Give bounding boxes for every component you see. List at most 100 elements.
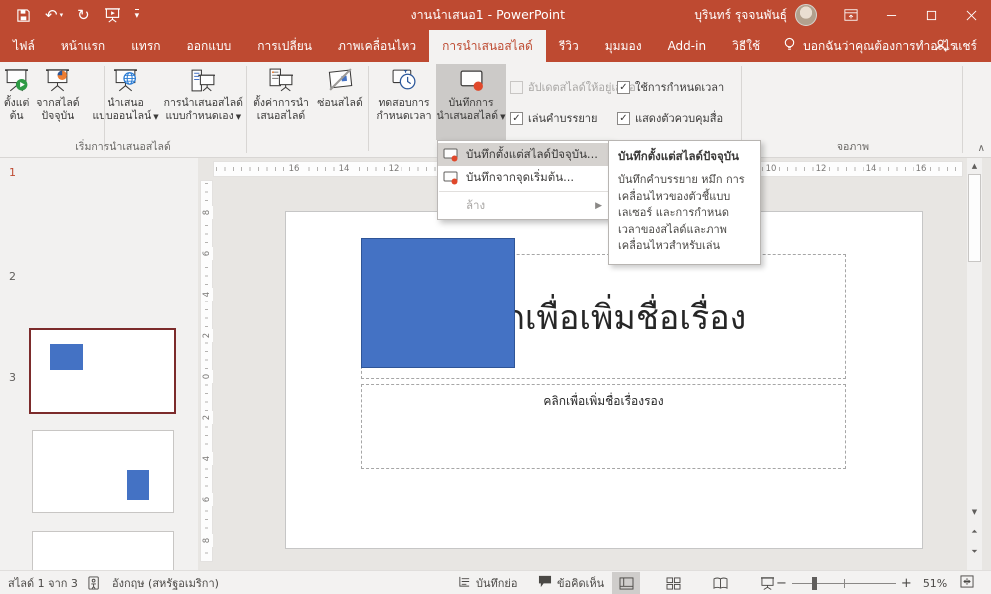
- minimize-button[interactable]: [871, 0, 911, 30]
- notes-icon: [458, 575, 471, 591]
- save-icon[interactable]: [16, 8, 31, 23]
- menu-item-clear: ล้าง ▶: [438, 194, 610, 217]
- use-timings-checkbox[interactable]: ✓ ใช้การกำหนดเวลา: [617, 78, 724, 96]
- zoom-level[interactable]: 51%: [923, 577, 947, 590]
- chevron-down-icon: ▼: [236, 113, 241, 121]
- subtitle-placeholder-text: คลิกเพื่อเพิ่มชื่อเรื่องรอง: [543, 394, 663, 408]
- record-slide-show-menu: บันทึกตั้งแต่สไลด์ปัจจุบัน... บันทึกจากจ…: [437, 140, 611, 220]
- ruler-number: 0: [202, 370, 213, 383]
- set-up-slide-show-icon: [268, 67, 295, 97]
- menu-item-record-from-beginning[interactable]: บันทึกจากจุดเริ่มต้น...: [438, 166, 610, 189]
- record-icon: [443, 147, 459, 163]
- language-indicator[interactable]: อังกฤษ (สหรัฐอเมริกา): [112, 571, 219, 594]
- lightbulb-icon: [783, 37, 796, 55]
- tab-review[interactable]: รีวิว: [546, 30, 592, 62]
- repeat-icon[interactable]: ↻: [77, 6, 90, 24]
- tab-addin[interactable]: Add-in: [655, 30, 720, 62]
- tab-file[interactable]: ไฟล์: [0, 30, 48, 62]
- from-beginning-icon: [3, 67, 30, 97]
- ruler-number: 6: [202, 247, 213, 260]
- vertical-ruler: 8 6 4 2 0 2 4 6 8: [200, 180, 213, 562]
- tab-slide-show[interactable]: การนำเสนอสไลด์: [429, 30, 546, 62]
- slide-thumbnail-2[interactable]: [32, 430, 174, 513]
- present-online-button[interactable]: นำเสนอ แบบออนไลน์▼: [91, 64, 161, 140]
- from-current-slide-icon: [44, 67, 71, 97]
- slide-number: 3: [9, 371, 16, 384]
- slide-canvas[interactable]: คลิกเพื่อเพิ่มชื่อเรื่อง คลิกเพื่อเพิ่มช…: [285, 211, 923, 549]
- ruler-number: 16: [914, 164, 929, 175]
- fit-to-window-icon[interactable]: [960, 575, 974, 591]
- notes-toggle[interactable]: บันทึกย่อ: [458, 571, 517, 594]
- present-online-icon: [112, 67, 139, 97]
- show-media-controls-checkbox[interactable]: ✓ แสดงตัวควบคุมสื่อ: [617, 109, 723, 127]
- ribbon-tab-bar: ไฟล์ หน้าแรก แทรก ออกแบบ การเปลี่ยน ภาพเ…: [0, 30, 991, 62]
- user-avatar[interactable]: [795, 4, 817, 26]
- status-bar: สไลด์ 1 จาก 3 อังกฤษ (สหรัฐอเมริกา) บันท…: [0, 570, 991, 594]
- ruler-number: 14: [864, 164, 879, 175]
- zoom-in-icon[interactable]: +: [901, 576, 912, 591]
- blue-rectangle-shape[interactable]: [361, 238, 515, 368]
- slide-indicator[interactable]: สไลด์ 1 จาก 3: [8, 571, 78, 594]
- tab-home[interactable]: หน้าแรก: [48, 30, 118, 62]
- group-label-start: เริ่มการนำเสนอสไลด์: [0, 138, 246, 155]
- tooltip-body: บันทึกคำบรรยาย หมึก การเคลื่อนไหวของตัวช…: [618, 172, 751, 255]
- comments-toggle[interactable]: ข้อคิดเห็น: [538, 571, 604, 594]
- share-person-icon: [934, 38, 949, 55]
- slide-number: 1: [9, 166, 16, 179]
- subtitle-placeholder[interactable]: คลิกเพื่อเพิ่มชื่อเรื่องรอง: [361, 384, 846, 469]
- reading-view-button[interactable]: [706, 572, 734, 594]
- restore-button[interactable]: [911, 0, 951, 30]
- ruler-number: 8: [202, 206, 213, 219]
- from-current-slide-button[interactable]: จากสไลด์ ปัจจุบัน: [33, 64, 82, 140]
- tab-animations[interactable]: ภาพเคลื่อนไหว: [325, 30, 429, 62]
- scroll-up-icon[interactable]: ▲: [967, 158, 982, 173]
- chevron-down-icon: ▼: [153, 113, 158, 121]
- ruler-number: 6: [202, 493, 213, 506]
- start-from-beginning-icon[interactable]: [104, 8, 121, 23]
- accessibility-icon[interactable]: [88, 571, 102, 594]
- hide-slide-button[interactable]: ซ่อนสไลด์: [314, 64, 366, 140]
- tab-help[interactable]: วิธีใช้: [719, 30, 773, 62]
- undo-icon[interactable]: ↶▾: [45, 6, 63, 24]
- normal-view-button[interactable]: [612, 572, 640, 594]
- zoom-slider-thumb[interactable]: [812, 577, 817, 590]
- slide-thumbnail-1[interactable]: [29, 328, 176, 414]
- play-narrations-checkbox[interactable]: ✓ เล่นคำบรรยาย: [510, 109, 597, 127]
- tab-insert[interactable]: แทรก: [118, 30, 173, 62]
- slide-sorter-view-button[interactable]: [659, 572, 687, 594]
- record-slide-show-button[interactable]: บันทึกการ นำเสนอสไลด์▼: [436, 64, 506, 140]
- from-beginning-button[interactable]: ตั้งแต่ ต้น: [0, 64, 33, 140]
- user-name[interactable]: บุรินทร์ รุจจนพันธุ์: [694, 6, 787, 25]
- next-slide-icon[interactable]: ⏷: [967, 544, 982, 559]
- customize-qat-icon[interactable]: ▾: [135, 9, 140, 21]
- previous-slide-icon[interactable]: ⏶: [967, 524, 982, 539]
- custom-slide-show-icon: [190, 67, 217, 97]
- ruler-number: 4: [202, 288, 213, 301]
- ruler-number: 12: [387, 164, 402, 175]
- share-button[interactable]: แชร์: [934, 30, 977, 62]
- scrollbar-thumb[interactable]: [968, 174, 981, 262]
- collapse-ribbon-icon[interactable]: ∧: [978, 143, 985, 154]
- tab-transitions[interactable]: การเปลี่ยน: [244, 30, 325, 62]
- chevron-down-icon: ▼: [500, 113, 505, 121]
- blue-rectangle-shape: [50, 344, 83, 370]
- tab-view[interactable]: มุมมอง: [592, 30, 655, 62]
- custom-slide-show-button[interactable]: การนำเสนอสไลด์ แบบกำหนดเอง▼: [161, 64, 246, 140]
- zoom-slider[interactable]: [792, 572, 896, 594]
- ribbon-display-options-icon[interactable]: [831, 0, 871, 30]
- set-up-slide-show-button[interactable]: ตั้งค่าการนำ เสนอสไลด์: [248, 64, 314, 140]
- close-button[interactable]: [951, 0, 991, 30]
- ruler-number: 2: [202, 411, 213, 424]
- menu-item-record-from-current[interactable]: บันทึกตั้งแต่สไลด์ปัจจุบัน...: [438, 143, 610, 166]
- rehearse-timings-button[interactable]: ทดสอบการ กำหนดเวลา: [372, 64, 436, 140]
- vertical-scrollbar[interactable]: ▲ ▼ ⏶ ⏷: [967, 158, 982, 570]
- rehearse-timings-icon: [391, 67, 418, 97]
- tooltip-title: บันทึกตั้งแต่สไลด์ปัจจุบัน: [618, 148, 751, 166]
- zoom-out-icon[interactable]: −: [776, 576, 787, 591]
- hide-slide-icon: [327, 67, 354, 97]
- ruler-number: 2: [202, 329, 213, 342]
- tab-design[interactable]: ออกแบบ: [174, 30, 245, 62]
- ruler-number: 4: [202, 452, 213, 465]
- scroll-down-icon[interactable]: ▼: [967, 504, 982, 519]
- tooltip: บันทึกตั้งแต่สไลด์ปัจจุบัน บันทึกคำบรรยา…: [608, 140, 761, 265]
